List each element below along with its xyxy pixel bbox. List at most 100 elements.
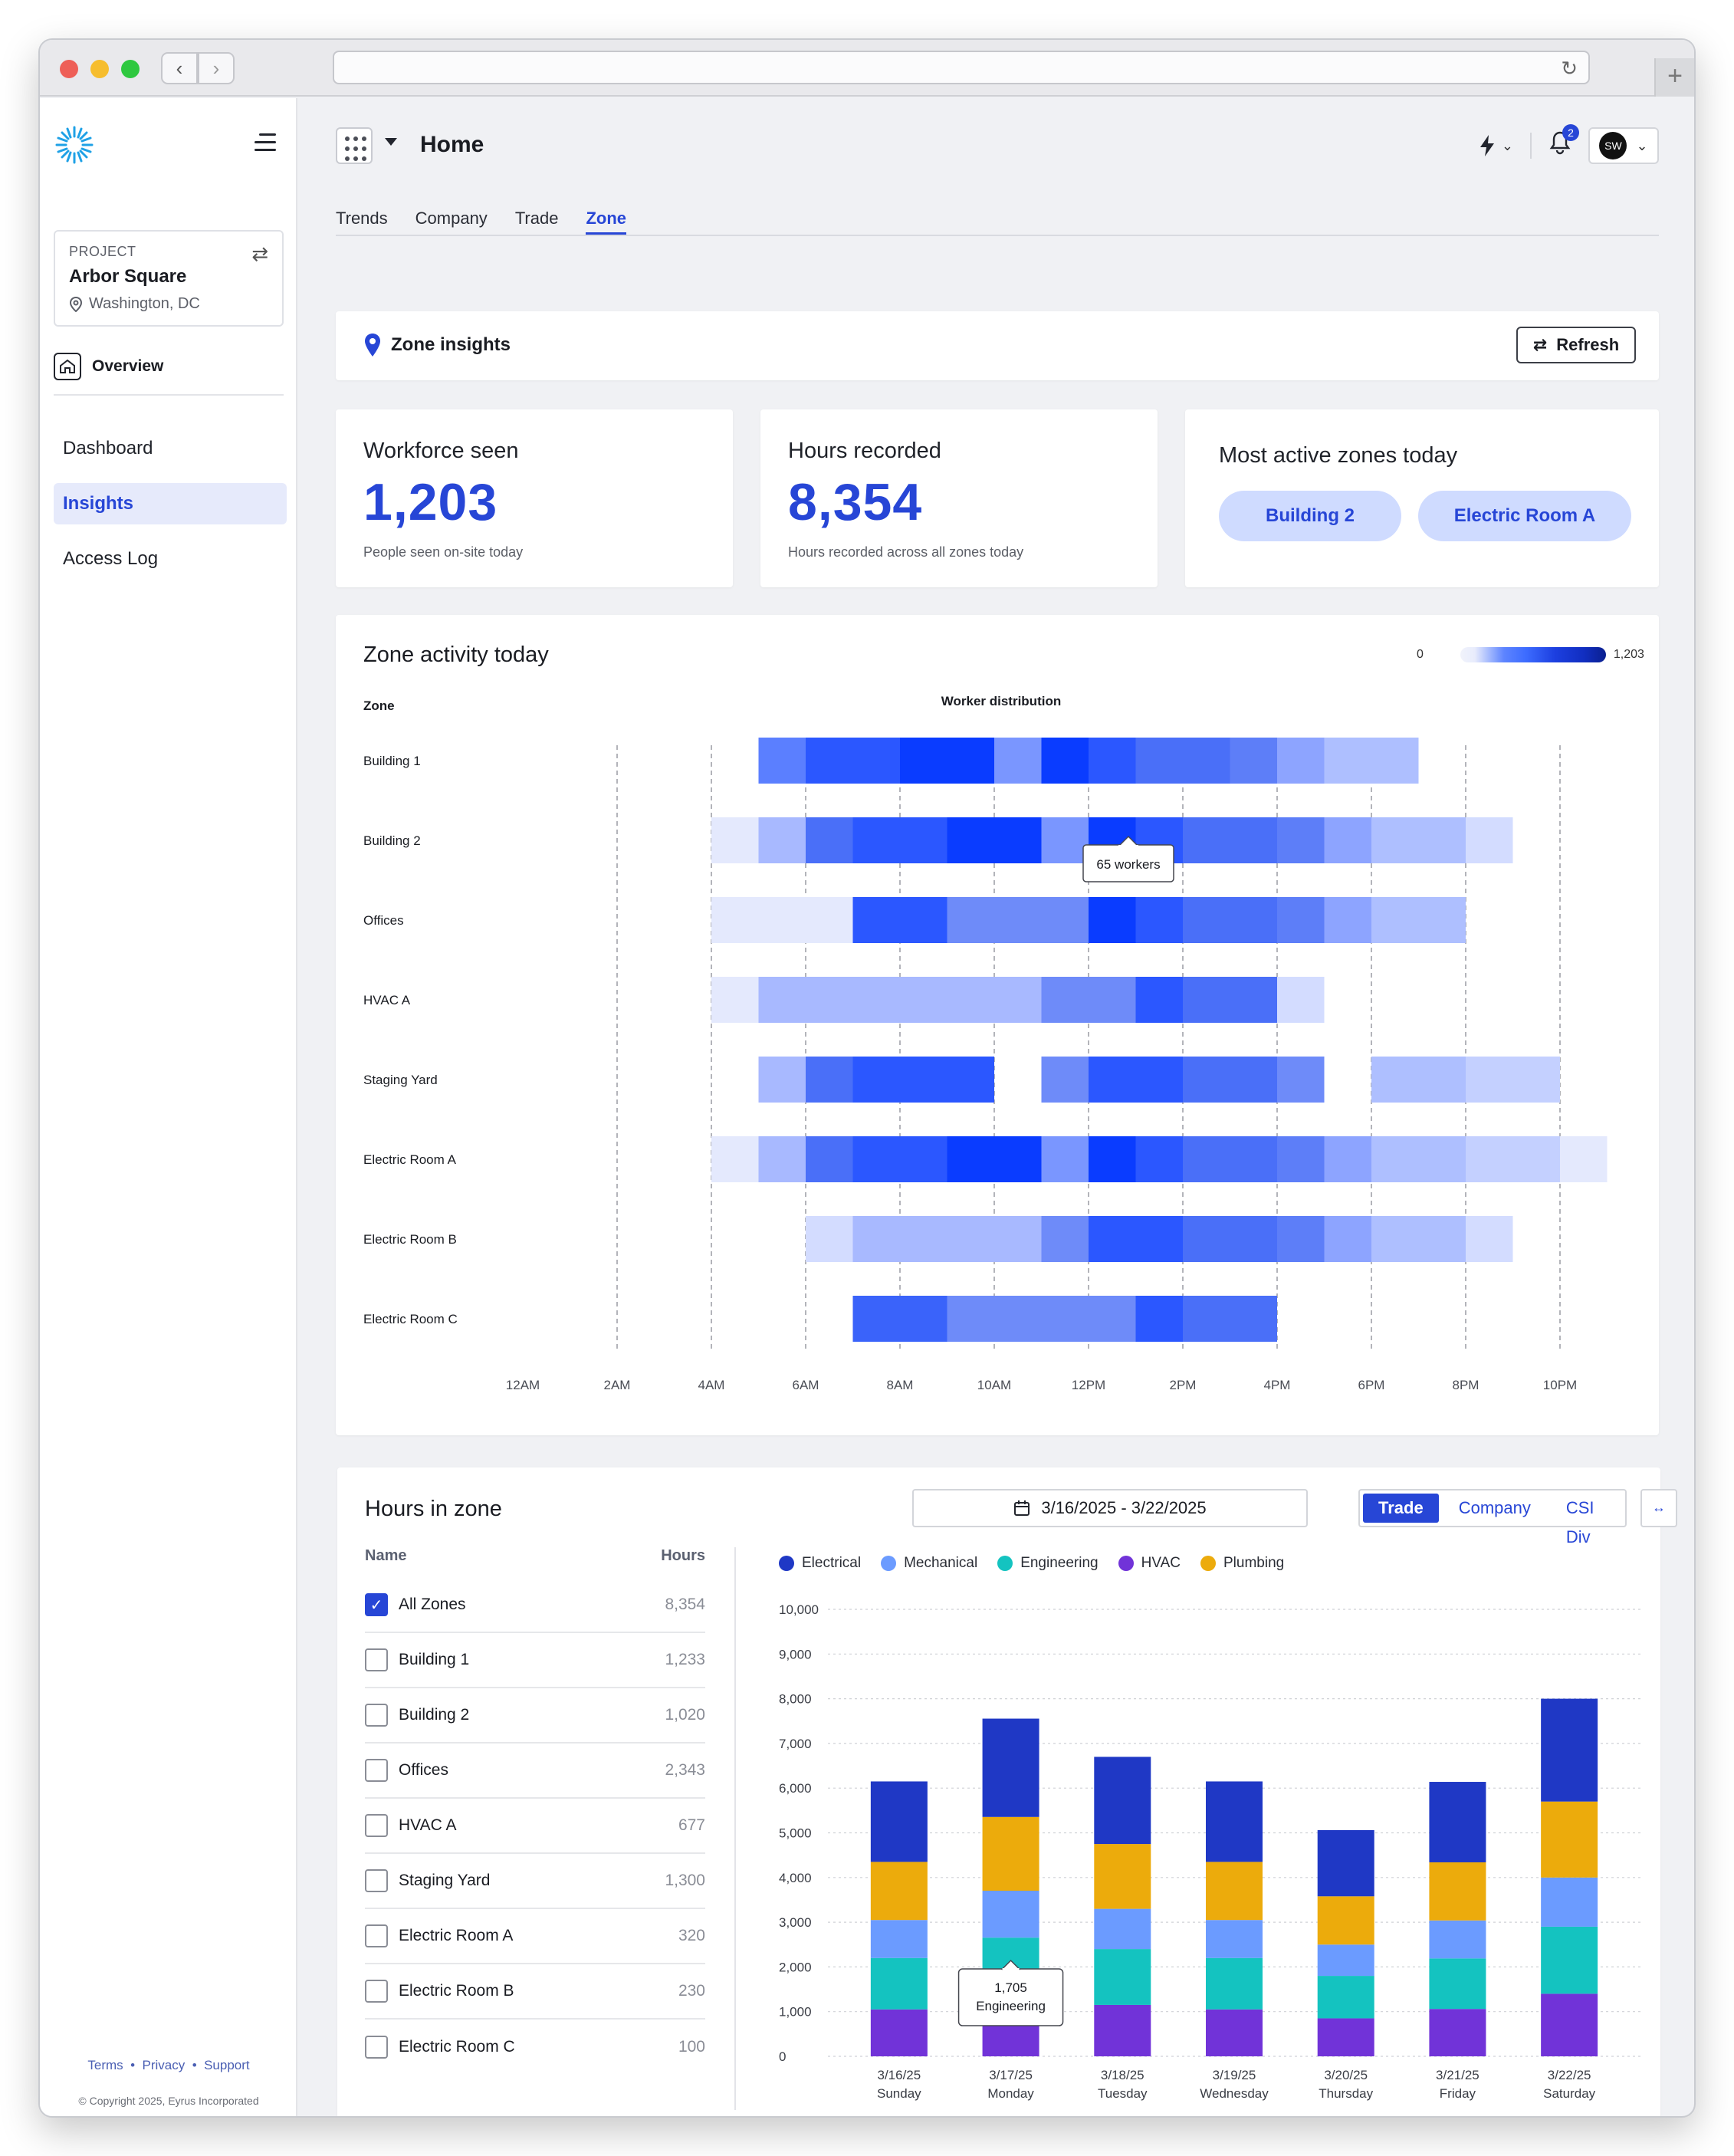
tab-zone[interactable]: Zone: [586, 209, 627, 235]
heatmap-cell: [947, 1296, 1136, 1342]
maximize-window-button[interactable]: [121, 60, 140, 78]
x-tick-sublabel: Wednesday: [1200, 2086, 1269, 2101]
heatmap-cell: [1230, 738, 1277, 784]
project-selector[interactable]: PROJECT Arbor Square Washington, DC ⇄: [54, 230, 284, 327]
new-tab-button[interactable]: +: [1654, 58, 1694, 97]
bar-segment: [1317, 1944, 1374, 1977]
tab-trends[interactable]: Trends: [336, 209, 388, 235]
chevron-down-icon: ⌄: [1636, 137, 1648, 153]
bar-segment: [1094, 1908, 1151, 1950]
heatmap-cell: [1183, 897, 1277, 943]
plus-icon: +: [1667, 61, 1683, 90]
active-zone-pill[interactable]: Electric Room A: [1418, 491, 1631, 541]
zone-row-label: Offices: [363, 913, 404, 928]
terms-link[interactable]: Terms: [87, 2058, 123, 2072]
tab-trade[interactable]: Trade: [515, 209, 559, 235]
tab-company[interactable]: Company: [415, 209, 488, 235]
zone-row-label: Staging Yard: [363, 1073, 438, 1087]
sidebar-item-dashboard[interactable]: Dashboard: [54, 428, 287, 469]
bar-segment: [1541, 1801, 1598, 1878]
bar-segment: [870, 1920, 928, 1958]
x-tick-sublabel: Saturday: [1543, 2086, 1596, 2101]
switch-project-icon[interactable]: ⇄: [251, 242, 268, 266]
active-zone-pill[interactable]: Building 2: [1219, 491, 1401, 541]
heatmap-cell: [1135, 738, 1230, 784]
quick-actions-button[interactable]: ⌄: [1479, 134, 1513, 157]
heatmap-cell: [758, 1136, 806, 1182]
sidebar-item-access-log[interactable]: Access Log: [54, 538, 287, 580]
refresh-button[interactable]: ⇄ Refresh: [1516, 327, 1636, 363]
zone-row-label: Building 2: [363, 833, 421, 848]
workforce-card: Workforce seen 1,203 People seen on-site…: [336, 409, 733, 587]
footer-links: Terms • Privacy • Support: [40, 2058, 297, 2073]
menu-toggle-icon[interactable]: [255, 133, 278, 156]
heatmap-cell: [994, 738, 1042, 784]
x-tick-label: 3/18/25: [1101, 2068, 1145, 2082]
overview-link[interactable]: Overview: [54, 353, 163, 380]
bar-segment: [1206, 2009, 1263, 2056]
close-window-button[interactable]: [60, 60, 78, 78]
hours-in-zone-card: Hours in zone 3/16/2025 - 3/22/2025 Trad…: [337, 1467, 1677, 2116]
heatmap-cell: [1041, 1057, 1089, 1103]
app-grid-icon[interactable]: [336, 127, 373, 164]
bar-segment: [1541, 1926, 1598, 1994]
x-tick-label: 3/21/25: [1436, 2068, 1479, 2082]
privacy-link[interactable]: Privacy: [143, 2058, 186, 2072]
back-button[interactable]: ‹: [161, 52, 198, 84]
hour-tick-label: 2PM: [1170, 1378, 1197, 1392]
sidebar-divider: [54, 394, 284, 396]
notifications-button[interactable]: 2: [1548, 124, 1579, 161]
forward-button[interactable]: ›: [198, 52, 235, 84]
zone-activity-chart: Zone Worker distribution Building 1 Buildin…: [363, 694, 1608, 1392]
sidebar-item-insights[interactable]: Insights: [54, 483, 287, 524]
heatmap-cell: [1371, 1057, 1466, 1103]
heatmap-cell: [758, 977, 1042, 1023]
heatmap-cell: [1277, 817, 1325, 863]
heatmap-cell: [1371, 1216, 1466, 1262]
x-tick-label: 3/19/25: [1213, 2068, 1256, 2082]
avatar: SW: [1599, 132, 1627, 159]
zone-row-label: Electric Room C: [363, 1312, 458, 1326]
caret-down-icon[interactable]: [385, 138, 397, 146]
workforce-title: Workforce seen: [363, 439, 519, 463]
heatmap-cell: [1324, 897, 1371, 943]
bar-segment: [870, 2009, 928, 2056]
heatmap-cell: [1183, 1136, 1277, 1182]
y-tick-label: 0: [779, 2049, 786, 2064]
heatmap-cell: [852, 1296, 947, 1342]
reload-icon[interactable]: ↻: [1561, 57, 1578, 81]
heatmap-cell: [1324, 1136, 1371, 1182]
x-tick-sublabel: Friday: [1440, 2086, 1476, 2101]
active-zones-card: Most active zones today Building 2 Elect…: [1185, 409, 1659, 587]
heatmap-cell: [852, 1136, 947, 1182]
x-tick-sublabel: Thursday: [1319, 2086, 1373, 2101]
chevron-right-icon: ›: [212, 56, 220, 80]
heatmap-cell: [1183, 1296, 1277, 1342]
heatmap-cell: [1089, 1136, 1136, 1182]
heatmap-cell: [1183, 977, 1277, 1023]
project-location-text: Washington, DC: [89, 295, 200, 312]
page-title: Home: [420, 132, 484, 157]
heatmap-cell: [758, 738, 806, 784]
user-menu-button[interactable]: SW ⌄: [1588, 127, 1659, 164]
y-tick-label: 10,000: [779, 1602, 819, 1617]
heatmap-cell: [1089, 1057, 1183, 1103]
bar-segment: [982, 1890, 1039, 1938]
heatmap-cell: [1089, 897, 1136, 943]
minimize-window-button[interactable]: [90, 60, 109, 78]
location-pin-icon: [69, 296, 83, 312]
bar-segment: [1429, 2009, 1486, 2056]
bar-segment: [870, 1957, 928, 2010]
bar-segment: [1094, 1949, 1151, 2005]
support-link[interactable]: Support: [204, 2058, 250, 2072]
hour-tick-label: 6PM: [1358, 1378, 1385, 1392]
copyright: © Copyright 2025, Eyrus Incorporated: [78, 2095, 259, 2107]
heatmap-cell: [1041, 977, 1136, 1023]
zone-activity-card: Zone activity today 0 1,203 Zone Worker d…: [336, 615, 1659, 1435]
zone-insights-label: Zone insights: [391, 334, 511, 355]
bar-segment: [1094, 1757, 1151, 1845]
chevron-left-icon: ‹: [176, 56, 183, 80]
zone-insights-bar: Zone insights ⇄ Refresh: [336, 311, 1659, 380]
heatmap-cell: [806, 1136, 853, 1182]
address-bar[interactable]: ↻: [333, 51, 1590, 84]
